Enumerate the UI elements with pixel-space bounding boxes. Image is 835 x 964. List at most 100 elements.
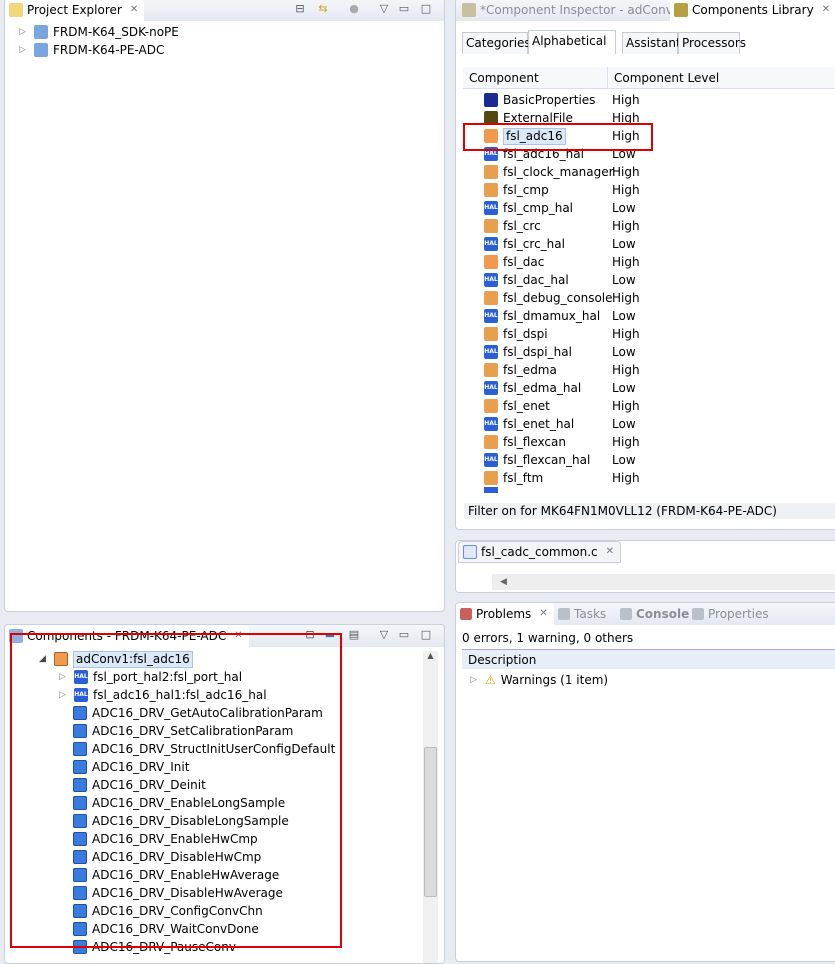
library-row[interactable]: BasicProperties High <box>484 91 784 109</box>
scrollbar-thumb[interactable] <box>424 747 437 897</box>
subtab-categories[interactable]: Categories <box>462 32 531 54</box>
library-row[interactable]: HAL fsl_flexcan_hal Low <box>484 451 784 469</box>
library-row[interactable]: HAL fsl_cmp_hal Low <box>484 199 784 217</box>
maximize-icon[interactable]: □ <box>419 2 433 16</box>
scroll-up-icon[interactable]: ▲ <box>423 651 438 660</box>
user-icon <box>484 93 498 107</box>
close-icon[interactable]: ✕ <box>539 604 547 624</box>
library-row[interactable]: fsl_ftm High <box>484 469 784 487</box>
library-row[interactable]: fsl_clock_manager High <box>484 163 784 181</box>
problems-header[interactable]: Description <box>462 649 835 669</box>
component-name: fsl_enet <box>503 399 550 413</box>
hal-icon: HAL <box>484 453 498 467</box>
tab-properties[interactable]: Properties <box>688 603 775 625</box>
enet-icon <box>484 399 498 413</box>
highlight-box-library <box>463 123 653 151</box>
right-tabbar: *Component Inspector - adConv1 Component… <box>456 0 835 21</box>
problems-icon <box>460 608 472 620</box>
tab-label: Tasks <box>574 607 607 621</box>
component-name: fsl_dac_hal <box>503 273 569 287</box>
tab-console[interactable]: Console <box>616 603 695 625</box>
tab-tasks[interactable]: Tasks <box>554 603 612 625</box>
component-level: High <box>612 255 640 269</box>
hal-icon: HAL <box>484 237 498 251</box>
close-icon[interactable]: ✕ <box>606 542 614 562</box>
hal-icon: HAL <box>484 417 498 431</box>
component-level: High <box>612 165 640 179</box>
subtab-alphabetical[interactable]: Alphabetical <box>528 30 616 54</box>
tab-label: Project Explorer <box>27 3 122 17</box>
component-level: High <box>612 471 640 485</box>
minimize-icon[interactable]: ▭ <box>397 2 411 16</box>
library-row[interactable]: fsl_edma High <box>484 361 784 379</box>
clock-icon <box>484 165 498 179</box>
link-editor-icon[interactable]: ⇆ <box>316 2 330 16</box>
library-row[interactable]: fsl_enet High <box>484 397 784 415</box>
edma-icon <box>484 363 498 377</box>
library-row[interactable]: fsl_dac High <box>484 253 784 271</box>
vertical-scrollbar[interactable]: ▲ <box>423 651 438 963</box>
column-component-level[interactable]: Component Level <box>607 67 719 89</box>
component-level: Low <box>612 237 636 251</box>
expand-arrow-icon[interactable]: ▷ <box>470 671 480 689</box>
component-level: High <box>612 435 640 449</box>
minimize-icon[interactable]: ▭ <box>397 628 411 642</box>
hal-icon: HAL <box>484 345 498 359</box>
filter-status: Filter on for MK64FN1M0VLL12 (FRDM-K64-P… <box>464 503 835 519</box>
component-level: High <box>612 327 640 341</box>
expand-arrow-icon[interactable]: ▷ <box>19 41 29 59</box>
tab-editor-file[interactable]: fsl_cadc_common.c ✕ <box>458 541 622 563</box>
folder-icon <box>9 3 23 17</box>
editor-panel: fsl_cadc_common.c ✕ ◀ <box>455 540 835 593</box>
horizontal-scrollbar[interactable]: ◀ <box>492 574 835 590</box>
component-name: fsl_dac <box>503 255 545 269</box>
component-name: fsl_cmp_hal <box>503 201 574 215</box>
column-component[interactable]: Component <box>469 67 539 89</box>
close-icon[interactable]: ✕ <box>822 0 830 20</box>
hal-icon: HAL <box>484 309 498 323</box>
component-name: fsl_ftm <box>503 471 544 485</box>
component-level: Low <box>612 453 636 467</box>
library-row[interactable]: HAL fsl_dspi_hal Low <box>484 343 784 361</box>
library-row[interactable]: fsl_cmp High <box>484 181 784 199</box>
library-row[interactable]: HAL fsl_dac_hal Low <box>484 271 784 289</box>
library-row[interactable]: HAL fsl_crc_hal Low <box>484 235 784 253</box>
project-explorer-panel: Project Explorer ✕ ⊟ ⇆ ● ▽ ▭ □ ▷ FRDM-K64_… <box>4 0 445 612</box>
component-level: High <box>612 183 640 197</box>
component-level: High <box>612 399 640 413</box>
component-name: fsl_flexcan <box>503 435 566 449</box>
component-level: High <box>612 363 640 377</box>
properties-icon <box>692 608 704 620</box>
dac-icon <box>484 255 498 269</box>
tab-component-inspector[interactable]: *Component Inspector - adConv1 <box>458 0 686 21</box>
filter-icon[interactable]: ● <box>347 2 361 16</box>
tasks-icon <box>558 608 570 620</box>
library-row[interactable]: fsl_debug_console High <box>484 289 784 307</box>
maximize-icon[interactable]: □ <box>419 628 433 642</box>
expand-arrow-icon[interactable]: ▷ <box>19 23 29 41</box>
view-menu-icon[interactable]: ▽ <box>377 628 391 642</box>
library-row[interactable]: HAL fsl_edma_hal Low <box>484 379 784 397</box>
library-row[interactable]: fsl_dspi High <box>484 325 784 343</box>
library-row[interactable]: fsl_crc High <box>484 217 784 235</box>
project-item[interactable]: ▷ FRDM-K64_SDK-noPE <box>19 23 179 41</box>
tab-project-explorer[interactable]: Project Explorer ✕ <box>5 0 145 21</box>
document-icon[interactable]: ▤ <box>347 628 361 642</box>
subtab-processors[interactable]: Processors <box>678 32 746 54</box>
collapse-all-icon[interactable]: ⊟ <box>293 2 307 16</box>
library-row[interactable]: fsl_flexcan High <box>484 433 784 451</box>
library-row[interactable]: HAL fsl_enet_hal Low <box>484 415 784 433</box>
close-icon[interactable]: ✕ <box>130 0 138 20</box>
view-menu-icon[interactable]: ▽ <box>377 2 391 16</box>
library-row[interactable]: HAL fsl_dmamux_hal Low <box>484 307 784 325</box>
project-item[interactable]: ▷ FRDM-K64-PE-ADC <box>19 41 164 59</box>
tab-label: Problems <box>476 607 532 621</box>
tab-label: *Component Inspector - adConv1 <box>480 3 681 17</box>
chip-icon <box>674 3 688 17</box>
problem-item[interactable]: ▷ ⚠ Warnings (1 item) <box>470 671 608 689</box>
tab-problems[interactable]: Problems ✕ <box>456 603 554 625</box>
tab-label: Components Library <box>692 3 814 17</box>
subtab-assistant[interactable]: Assistant <box>622 32 681 54</box>
project-label: FRDM-K64_SDK-noPE <box>53 25 179 39</box>
tab-components-library[interactable]: Components Library ✕ <box>670 0 835 21</box>
